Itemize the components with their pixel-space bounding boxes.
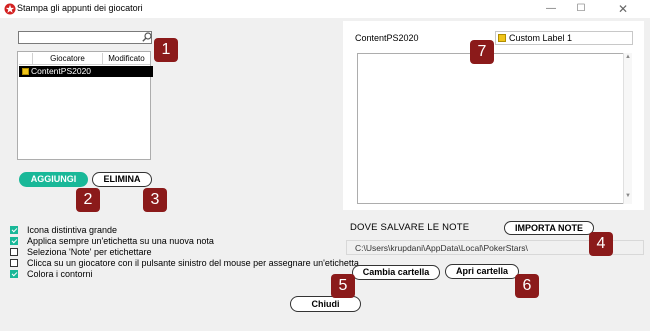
open-folder-button[interactable]: Apri cartella <box>445 264 519 279</box>
option-left-click-assign-label[interactable]: Clicca su un giocatore con il pulsante s… <box>10 258 359 269</box>
label-select[interactable]: Custom Label 1 <box>495 31 633 45</box>
label-color-swatch <box>22 68 29 75</box>
option-label: Colora i contorni <box>27 269 93 279</box>
option-label: Applica sempre un'etichetta su una nuova… <box>27 236 214 246</box>
label-select-value: Custom Label 1 <box>509 33 573 43</box>
player-list[interactable]: Giocatore Modificato ContentPS2020 <box>17 51 153 160</box>
window-title: Stampa gli appunti dei giocatori <box>17 3 143 13</box>
column-header-color[interactable] <box>19 53 33 65</box>
notes-textarea[interactable] <box>357 53 632 204</box>
option-select-notes-to-label[interactable]: Seleziona 'Note' per etichettare <box>10 247 330 258</box>
player-name: ContentPS2020 <box>31 66 92 76</box>
callout-badge-2: 2 <box>76 188 100 212</box>
callout-badge-4: 4 <box>589 232 613 256</box>
callout-badge-6: 6 <box>515 274 539 298</box>
callout-badge-3: 3 <box>143 188 167 212</box>
maximize-button[interactable]: ☐ <box>566 0 596 18</box>
import-notes-button[interactable]: IMPORTA NOTE <box>504 221 594 235</box>
search-icon[interactable] <box>141 31 153 43</box>
checkbox[interactable] <box>10 270 18 278</box>
selected-player-name: ContentPS2020 <box>355 33 419 43</box>
callout-badge-7: 7 <box>470 40 494 64</box>
save-path-text: C:\Users\krupdani\AppData\Local\PokerSta… <box>355 243 528 253</box>
close-window-button[interactable]: ✕ <box>608 0 638 18</box>
option-large-icon[interactable]: Icona distintiva grande <box>10 225 330 236</box>
label-color-swatch <box>498 34 506 42</box>
option-always-apply-label[interactable]: Applica sempre un'etichetta su una nuova… <box>10 236 330 247</box>
scroll-down-icon[interactable]: ▼ <box>624 193 632 201</box>
save-location-heading: DOVE SALVARE LE NOTE <box>350 222 470 233</box>
option-label: Seleziona 'Note' per etichettare <box>27 247 152 257</box>
option-color-outlines[interactable]: Colora i contorni <box>10 269 330 280</box>
checkbox[interactable] <box>10 237 18 245</box>
callout-badge-1: 1 <box>154 38 178 62</box>
checkbox[interactable] <box>10 226 18 234</box>
column-header-player[interactable]: Giocatore <box>33 53 103 65</box>
close-button[interactable]: Chiudi <box>290 296 361 312</box>
checkbox[interactable] <box>10 259 18 267</box>
column-header-modified[interactable]: Modificato <box>103 53 150 65</box>
option-label: Clicca su un giocatore con il pulsante s… <box>27 258 359 268</box>
player-row[interactable]: ContentPS2020 <box>19 66 153 77</box>
option-label: Icona distintiva grande <box>27 225 118 235</box>
scroll-up-icon[interactable]: ▲ <box>624 54 632 62</box>
pokerstars-logo-icon <box>4 3 16 15</box>
change-folder-button[interactable]: Cambia cartella <box>352 265 440 280</box>
list-header: Giocatore Modificato <box>19 53 150 65</box>
checkbox[interactable] <box>10 248 18 256</box>
notes-scrollbar[interactable]: ▲ ▼ <box>623 53 632 204</box>
callout-badge-5: 5 <box>331 274 355 298</box>
minimize-button[interactable]: — <box>536 0 566 18</box>
delete-button[interactable]: ELIMINA <box>92 172 152 187</box>
search-input[interactable] <box>18 31 152 44</box>
add-button[interactable]: AGGIUNGI <box>19 172 88 187</box>
